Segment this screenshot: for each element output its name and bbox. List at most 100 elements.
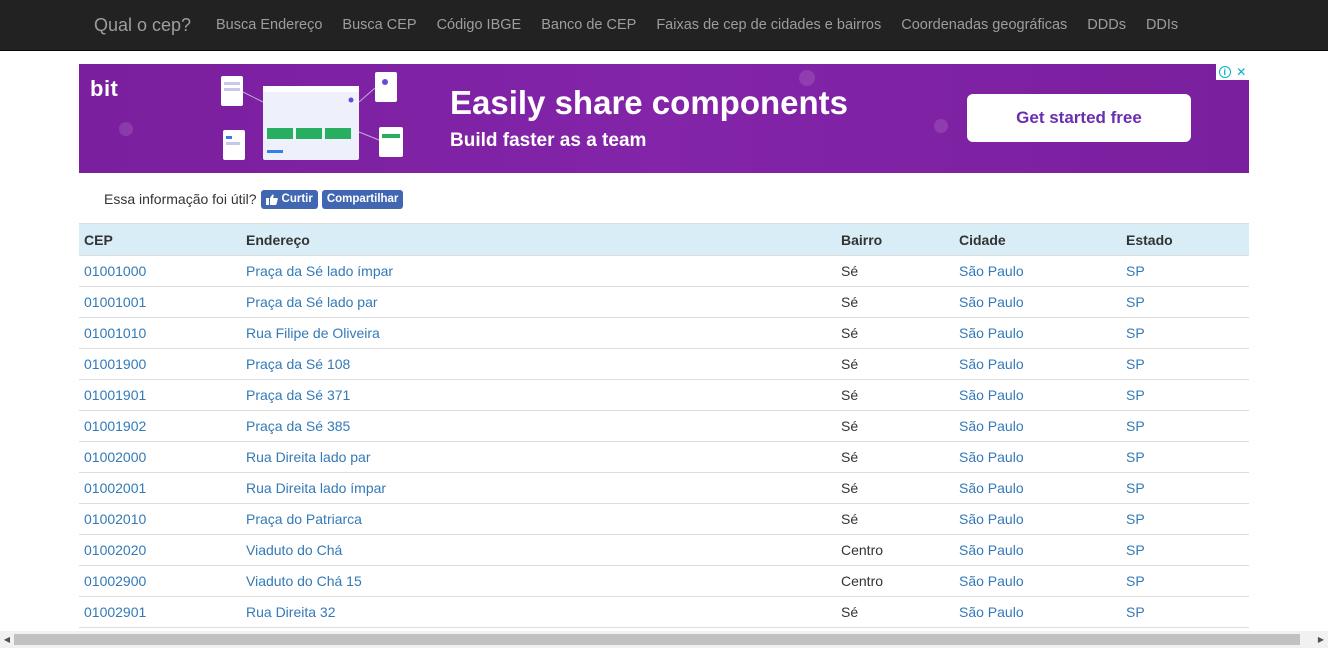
scrollbar-thumb[interactable] (14, 634, 1300, 645)
cell-endereco-link[interactable]: Praça da Sé lado ímpar (246, 263, 393, 279)
nav-busca-cep[interactable]: Busca CEP (332, 0, 426, 50)
cell-cidade-link[interactable]: São Paulo (959, 604, 1024, 620)
cell-endereco: Praça da Sé lado par (241, 286, 836, 318)
cell-cidade-link[interactable]: São Paulo (959, 263, 1024, 279)
cell-cep: 01002001 (79, 472, 241, 504)
nav-codigo-ibge[interactable]: Código IBGE (427, 0, 532, 50)
table-body: 01001000 Praça da Sé lado ímpar Sé São Paul… (79, 255, 1249, 628)
like-button[interactable]: Curtir (260, 189, 318, 209)
cell-estado-link[interactable]: SP (1126, 511, 1145, 527)
cell-cep-link[interactable]: 01002900 (84, 573, 146, 589)
cell-cep: 01002901 (79, 596, 241, 628)
nav-ddds[interactable]: DDDs (1077, 0, 1136, 50)
cell-cidade-link[interactable]: São Paulo (959, 542, 1024, 558)
cell-endereco-link[interactable]: Praça da Sé 371 (246, 387, 350, 403)
cell-estado: SP (1121, 534, 1249, 566)
cell-endereco-link[interactable]: Rua Direita lado par (246, 449, 371, 465)
cell-endereco: Viaduto do Chá 15 (241, 565, 836, 597)
cell-endereco-link[interactable]: Rua Direita 32 (246, 604, 336, 620)
cell-cep: 01002000 (79, 441, 241, 473)
cell-cidade: São Paulo (954, 348, 1121, 380)
ad-headline: Easily share components (450, 84, 848, 121)
nav-busca-endereco[interactable]: Busca Endereço (206, 0, 332, 50)
ad-get-started-button[interactable]: Get started free (967, 94, 1191, 142)
cell-endereco-link[interactable]: Viaduto do Chá 15 (246, 573, 362, 589)
cell-cidade-link[interactable]: São Paulo (959, 356, 1024, 372)
table-row: 01001900 Praça da Sé 108 Sé São Paulo SP (79, 348, 1249, 380)
cell-cep-link[interactable]: 01002020 (84, 542, 146, 558)
cell-estado: SP (1121, 596, 1249, 628)
close-icon[interactable]: ✕ (1236, 65, 1246, 79)
nav-faixas-de-cep[interactable]: Faixas de cep de cidades e bairros (646, 0, 891, 50)
cell-cidade-link[interactable]: São Paulo (959, 480, 1024, 496)
horizontal-scrollbar[interactable]: ◀ ▶ (0, 631, 1328, 648)
cell-cep-link[interactable]: 01002000 (84, 449, 146, 465)
ad-banner[interactable]: bit Easily share components Build faster… (79, 64, 1249, 173)
cell-cep-link[interactable]: 01002901 (84, 604, 146, 620)
table-row: 01001000 Praça da Sé lado ímpar Sé São Paul… (79, 255, 1249, 287)
cell-bairro: Sé (836, 286, 954, 318)
cell-cep-link[interactable]: 01001010 (84, 325, 146, 341)
cell-estado-link[interactable]: SP (1126, 325, 1145, 341)
cell-cidade-link[interactable]: São Paulo (959, 325, 1024, 341)
scroll-right-icon[interactable]: ▶ (1314, 631, 1328, 648)
cell-estado-link[interactable]: SP (1126, 573, 1145, 589)
cell-endereco-link[interactable]: Viaduto do Chá (246, 542, 342, 558)
cell-cep-link[interactable]: 01001001 (84, 294, 146, 310)
cell-estado-link[interactable]: SP (1126, 542, 1145, 558)
cell-cidade-link[interactable]: São Paulo (959, 387, 1024, 403)
feedback-prompt: Essa informação foi útil? (104, 191, 257, 207)
cell-cidade-link[interactable]: São Paulo (959, 418, 1024, 434)
cell-endereco-link[interactable]: Rua Direita lado ímpar (246, 480, 386, 496)
cell-cep-link[interactable]: 01001000 (84, 263, 146, 279)
cell-cidade: São Paulo (954, 441, 1121, 473)
cell-endereco: Praça da Sé 385 (241, 410, 836, 442)
cell-cidade: São Paulo (954, 565, 1121, 597)
cell-endereco-link[interactable]: Praça da Sé lado par (246, 294, 378, 310)
cell-bairro: Sé (836, 379, 954, 411)
cell-cidade-link[interactable]: São Paulo (959, 573, 1024, 589)
cell-endereco-link[interactable]: Praça da Sé 108 (246, 356, 350, 372)
cell-endereco: Praça da Sé 371 (241, 379, 836, 411)
cell-cep-link[interactable]: 01001901 (84, 387, 146, 403)
cell-estado-link[interactable]: SP (1126, 418, 1145, 434)
info-icon[interactable]: i (1218, 66, 1231, 78)
share-button[interactable]: Compartilhar (321, 189, 404, 209)
table-row: 01002900 Viaduto do Chá 15 Centro São Paulo… (79, 565, 1249, 597)
table-row: 01001901 Praça da Sé 371 Sé São Paulo SP (79, 379, 1249, 411)
cell-cidade-link[interactable]: São Paulo (959, 449, 1024, 465)
nav-coordenadas[interactable]: Coordenadas geográficas (891, 0, 1077, 50)
cell-cep-link[interactable]: 01001900 (84, 356, 146, 372)
table-row: 01001001 Praça da Sé lado par Sé São Paulo S… (79, 286, 1249, 318)
table-row: 01001902 Praça da Sé 385 Sé São Paulo SP (79, 410, 1249, 442)
cell-estado-link[interactable]: SP (1126, 263, 1145, 279)
scroll-left-icon[interactable]: ◀ (0, 631, 14, 648)
cell-cidade-link[interactable]: São Paulo (959, 294, 1024, 310)
nav-banco-de-cep[interactable]: Banco de CEP (531, 0, 646, 50)
table-row: 01002000 Rua Direita lado par Sé São Paulo S… (79, 441, 1249, 473)
cell-endereco-link[interactable]: Praça da Sé 385 (246, 418, 350, 434)
cell-estado-link[interactable]: SP (1126, 449, 1145, 465)
cell-estado: SP (1121, 472, 1249, 504)
cell-bairro: Sé (836, 317, 954, 349)
cell-cidade-link[interactable]: São Paulo (959, 511, 1024, 527)
cell-estado-link[interactable]: SP (1126, 604, 1145, 620)
ad-logo: bit (90, 76, 119, 101)
header-cidade: Cidade (954, 223, 1121, 256)
cell-bairro: Sé (836, 596, 954, 628)
ad-choices[interactable]: i ✕ (1216, 64, 1249, 80)
cell-estado: SP (1121, 503, 1249, 535)
cell-estado-link[interactable]: SP (1126, 294, 1145, 310)
cell-endereco-link[interactable]: Praça do Patriarca (246, 511, 362, 527)
cell-endereco-link[interactable]: Rua Filipe de Oliveira (246, 325, 380, 341)
cell-estado-link[interactable]: SP (1126, 356, 1145, 372)
cell-estado-link[interactable]: SP (1126, 480, 1145, 496)
brand-link[interactable]: Qual o cep? (94, 14, 191, 36)
table-header-row: CEP Endereço Bairro Cidade Estado (79, 223, 1249, 256)
cell-cep-link[interactable]: 01002010 (84, 511, 146, 527)
cell-cep-link[interactable]: 01002001 (84, 480, 146, 496)
nav-ddis[interactable]: DDIs (1136, 0, 1188, 50)
cell-cep: 01001001 (79, 286, 241, 318)
cell-cep-link[interactable]: 01001902 (84, 418, 146, 434)
cell-estado-link[interactable]: SP (1126, 387, 1145, 403)
